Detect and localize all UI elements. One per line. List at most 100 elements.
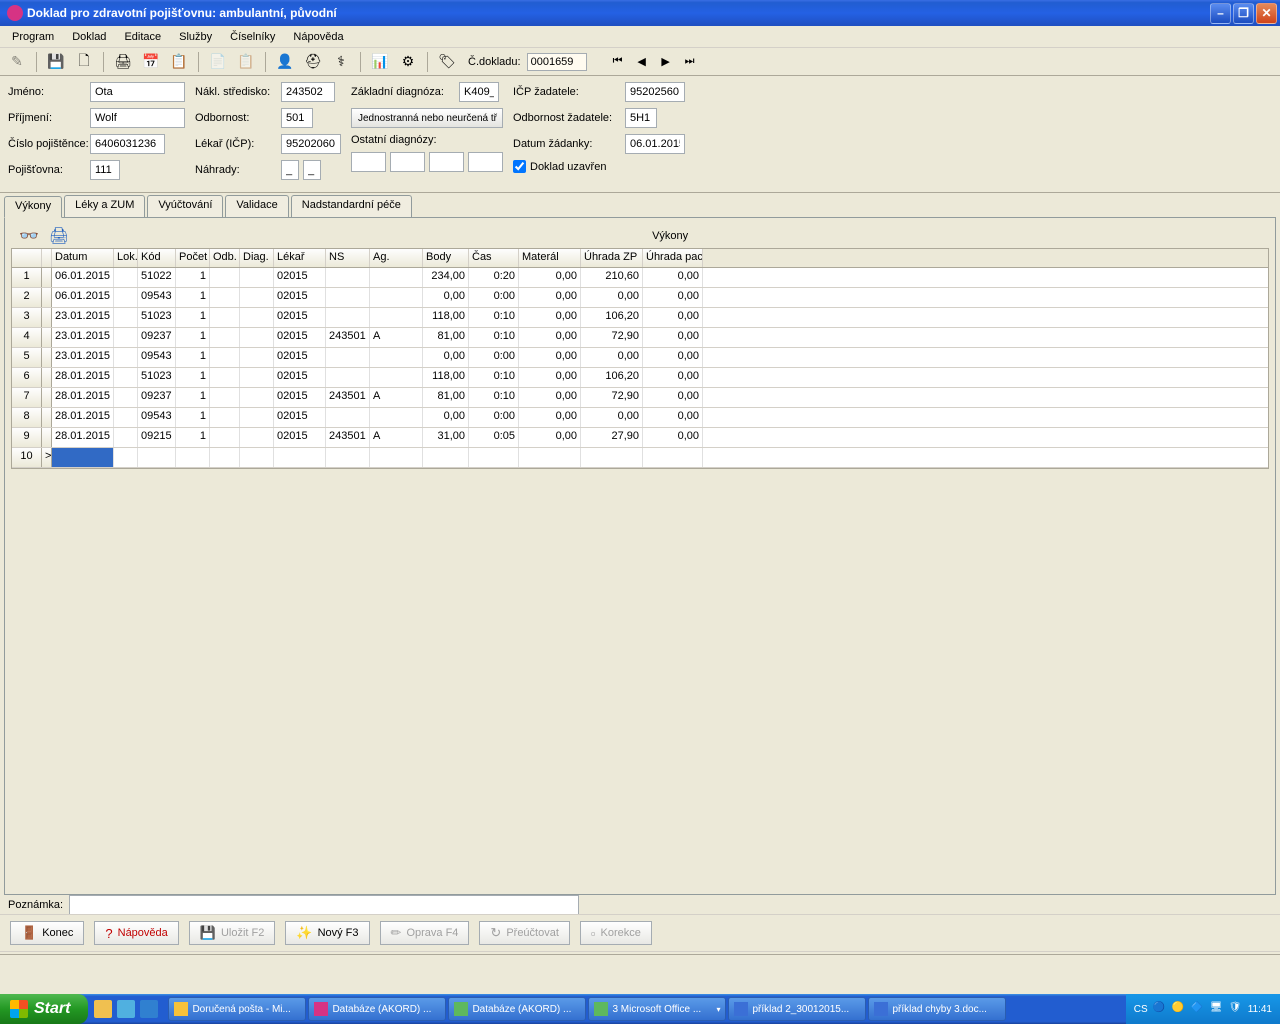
save-icon[interactable]: 💾 <box>45 51 67 73</box>
tray-icon-1[interactable]: 🔵 <box>1153 1002 1167 1016</box>
preuctovat-button[interactable]: ↻Přeúčtovat <box>479 921 570 945</box>
oprava-button[interactable]: ✏Oprava F4 <box>380 921 470 945</box>
start-button[interactable]: Start <box>0 994 88 1024</box>
table-row[interactable]: 928.01.201509215102015243501A31,000:050,… <box>12 428 1268 448</box>
taskbar-item[interactable]: Databáze (AKORD) ... <box>308 997 446 1021</box>
nav-first-icon[interactable]: ⏮ <box>609 53 627 71</box>
nav-prev-icon[interactable]: ◀ <box>633 53 651 71</box>
menu-doklad[interactable]: Doklad <box>64 29 114 45</box>
copy-icon[interactable]: 📄 <box>207 51 229 73</box>
nav-last-icon[interactable]: ⏭ <box>681 53 699 71</box>
tray-icon-4[interactable]: 🖥 <box>1210 1002 1224 1016</box>
tray-lang[interactable]: CS <box>1134 1004 1148 1015</box>
close-button[interactable]: ✕ <box>1256 3 1277 24</box>
chk-uzavren[interactable] <box>513 160 526 173</box>
table-row[interactable]: 628.01.201551023102015118,000:100,00106,… <box>12 368 1268 388</box>
menu-editace[interactable]: Editace <box>116 29 169 45</box>
col-ns[interactable]: NS <box>326 249 370 267</box>
tab-leky[interactable]: Léky a ZUM <box>64 195 145 217</box>
col-lok[interactable]: Lok. <box>114 249 138 267</box>
col-datum[interactable]: Datum <box>52 249 114 267</box>
col-lekar[interactable]: Lékař <box>274 249 326 267</box>
taskbar-item[interactable]: 3 Microsoft Office ...▾ <box>588 997 726 1021</box>
tab-vykony[interactable]: Výkony <box>4 196 62 218</box>
ulozit-button[interactable]: 💾Uložit F2 <box>189 921 276 945</box>
doc-number-field[interactable] <box>527 53 587 71</box>
field-datum[interactable] <box>625 134 685 154</box>
col-cas[interactable]: Čas <box>469 249 519 267</box>
col-uzp[interactable]: Úhrada ZP <box>581 249 643 267</box>
taskbar-item[interactable]: příklad 2_30012015... <box>728 997 866 1021</box>
tab-validace[interactable]: Validace <box>225 195 288 217</box>
tray-icon-3[interactable]: 🔷 <box>1191 1002 1205 1016</box>
print-grid-icon[interactable]: 🖨 <box>49 226 69 246</box>
menu-sluzby[interactable]: Služby <box>171 29 220 45</box>
maximize-button[interactable]: ❐ <box>1233 3 1254 24</box>
calendar-icon[interactable]: 📅 <box>140 51 162 73</box>
print-icon[interactable]: 🖨 <box>112 51 134 73</box>
table-row[interactable]: 323.01.201551023102015118,000:100,00106,… <box>12 308 1268 328</box>
chart-icon[interactable]: 📊 <box>369 51 391 73</box>
tool-icon-2[interactable]: ⚙ <box>397 51 419 73</box>
col-upac[interactable]: Úhrada pac. <box>643 249 703 267</box>
person-icon[interactable]: 👤 <box>274 51 296 73</box>
nav-next-icon[interactable]: ▶ <box>657 53 675 71</box>
field-ostatni3[interactable] <box>429 152 464 172</box>
menu-program[interactable]: Program <box>4 29 62 45</box>
taskbar-item[interactable]: Databáze (AKORD) ... <box>448 997 586 1021</box>
tray-icon-5[interactable]: 🛡 <box>1229 1002 1243 1016</box>
quick-icon-1[interactable] <box>94 1000 112 1018</box>
table-row[interactable]: 423.01.201509237102015243501A81,000:100,… <box>12 328 1268 348</box>
col-odb[interactable]: Odb. <box>210 249 240 267</box>
quick-icon-3[interactable] <box>140 1000 158 1018</box>
field-zakl-diag[interactable] <box>459 82 499 102</box>
menu-napoveda[interactable]: Nápověda <box>285 29 351 45</box>
btn-diag-desc[interactable]: Jednostranná nebo neurčená tř <box>351 108 503 128</box>
menu-ciselniky[interactable]: Číselníky <box>222 29 283 45</box>
table-row[interactable]: 10> <box>12 448 1268 468</box>
new-icon[interactable]: 🗋 <box>73 51 95 73</box>
glasses-icon[interactable]: 👓 <box>19 226 39 246</box>
col-diag[interactable]: Diag. <box>240 249 274 267</box>
col-pocet[interactable]: Počet <box>176 249 210 267</box>
paste-icon[interactable]: 📋 <box>235 51 257 73</box>
field-ostatni4[interactable] <box>468 152 503 172</box>
taskbar-item[interactable]: příklad chyby 3.doc... <box>868 997 1006 1021</box>
field-prijmeni[interactable] <box>90 108 185 128</box>
med1-icon[interactable]: ⛑ <box>302 51 324 73</box>
field-lekar[interactable] <box>281 134 341 154</box>
field-nahrady1[interactable] <box>281 160 299 180</box>
field-cislo-poj[interactable] <box>90 134 165 154</box>
col-mat[interactable]: Materál <box>519 249 581 267</box>
table-row[interactable]: 523.01.2015095431020150,000:000,000,000,… <box>12 348 1268 368</box>
col-ag[interactable]: Ag. <box>370 249 423 267</box>
col-kod[interactable]: Kód <box>138 249 176 267</box>
konec-button[interactable]: 🚪Konec <box>10 921 84 945</box>
korekce-button[interactable]: ▫Korekce <box>580 921 652 945</box>
minimize-button[interactable]: – <box>1210 3 1231 24</box>
list-icon[interactable]: 📋 <box>168 51 190 73</box>
field-ostatni1[interactable] <box>351 152 386 172</box>
field-nakl[interactable] <box>281 82 335 102</box>
field-jmeno[interactable] <box>90 82 185 102</box>
tray-icon-2[interactable]: 🟡 <box>1172 1002 1186 1016</box>
field-pojistovna[interactable] <box>90 160 120 180</box>
field-ostatni2[interactable] <box>390 152 425 172</box>
tab-vyuctovani[interactable]: Vyúčtování <box>147 195 223 217</box>
field-icp[interactable] <box>625 82 685 102</box>
field-odbornost[interactable] <box>281 108 313 128</box>
novy-button[interactable]: ✨Nový F3 <box>285 921 369 945</box>
med2-icon[interactable]: ⚕ <box>330 51 352 73</box>
field-nahrady2[interactable] <box>303 160 321 180</box>
field-odb-z[interactable] <box>625 108 657 128</box>
quick-icon-2[interactable] <box>117 1000 135 1018</box>
field-note[interactable] <box>69 895 579 915</box>
col-body[interactable]: Body <box>423 249 469 267</box>
table-row[interactable]: 206.01.2015095431020150,000:000,000,000,… <box>12 288 1268 308</box>
table-row[interactable]: 828.01.2015095431020150,000:000,000,000,… <box>12 408 1268 428</box>
table-row[interactable]: 728.01.201509237102015243501A81,000:100,… <box>12 388 1268 408</box>
napoveda-button[interactable]: ?Nápověda <box>94 921 178 945</box>
table-row[interactable]: 106.01.201551022102015234,000:200,00210,… <box>12 268 1268 288</box>
taskbar-item[interactable]: Doručená pošta - Mi... <box>168 997 306 1021</box>
tool-icon-1[interactable]: ✎ <box>6 51 28 73</box>
